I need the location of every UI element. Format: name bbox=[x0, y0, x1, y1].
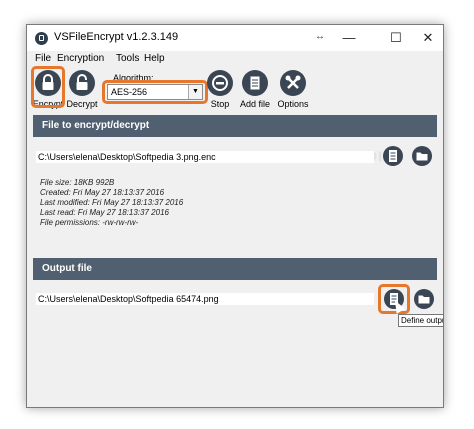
file-modified: Last modified: Fri May 27 18:13:37 2016 bbox=[40, 198, 184, 207]
open-output-folder-button[interactable] bbox=[414, 289, 434, 309]
file-info: File size: 18KB 992B Created: Fri May 27… bbox=[40, 178, 183, 228]
file-created: Created: Fri May 27 18:13:37 2016 bbox=[40, 188, 165, 197]
stop-label: Stop bbox=[210, 99, 230, 109]
menu-tools[interactable]: Tools bbox=[116, 53, 139, 64]
folder-icon bbox=[418, 295, 430, 304]
file-size: File size: 18KB 992B bbox=[40, 178, 115, 187]
document-icon bbox=[389, 150, 397, 162]
decrypt-label: Decrypt bbox=[66, 99, 98, 109]
file-last-read: Last read: Fri May 27 18:13:37 2016 bbox=[40, 208, 169, 217]
lock-open-icon bbox=[69, 70, 95, 96]
menu-help[interactable]: Help bbox=[144, 53, 165, 64]
app-lock-icon bbox=[35, 32, 48, 45]
options-label: Options bbox=[277, 99, 309, 109]
resize-cursor-icon: ↔ bbox=[315, 31, 325, 42]
decrypt-button[interactable]: Decrypt bbox=[62, 70, 102, 109]
algorithm-highlight bbox=[102, 80, 208, 104]
stop-button[interactable]: Stop bbox=[200, 70, 240, 109]
maximize-button[interactable]: ☐ bbox=[380, 25, 412, 51]
options-button[interactable]: Options bbox=[273, 70, 313, 109]
menu-encryption[interactable]: Encryption bbox=[57, 53, 104, 64]
close-button[interactable]: ✕ bbox=[412, 25, 444, 51]
input-path-field[interactable]: C:\Users\elena\Desktop\Softpedia 3.png.e… bbox=[36, 151, 374, 163]
stop-icon bbox=[207, 70, 233, 96]
open-input-folder-button[interactable] bbox=[412, 146, 432, 166]
add-file-button[interactable]: Add file bbox=[235, 70, 275, 109]
define-output-tooltip: Define output bbox=[398, 314, 444, 327]
add-file-label: Add file bbox=[239, 99, 271, 109]
input-section-header: File to encrypt/decrypt bbox=[33, 115, 437, 137]
add-file-icon bbox=[242, 70, 268, 96]
minimize-button[interactable]: — bbox=[333, 25, 365, 51]
title-bar[interactable]: VSFileEncrypt v1.2.3.149 ↔ — ☐ ✕ bbox=[27, 25, 443, 51]
folder-icon bbox=[416, 152, 428, 161]
menu-bar: File Encryption Tools Help bbox=[27, 51, 443, 69]
encrypt-highlight bbox=[31, 66, 65, 108]
output-path-field[interactable]: C:\Users\elena\Desktop\Softpedia 65474.p… bbox=[36, 293, 374, 305]
output-section-header: Output file bbox=[33, 258, 437, 280]
file-permissions: File permissions: -rw-rw-rw- bbox=[40, 218, 139, 227]
select-input-file-button[interactable] bbox=[383, 146, 403, 166]
menu-file[interactable]: File bbox=[35, 53, 51, 64]
tools-icon bbox=[280, 70, 306, 96]
window-title: VSFileEncrypt v1.2.3.149 bbox=[54, 31, 179, 43]
